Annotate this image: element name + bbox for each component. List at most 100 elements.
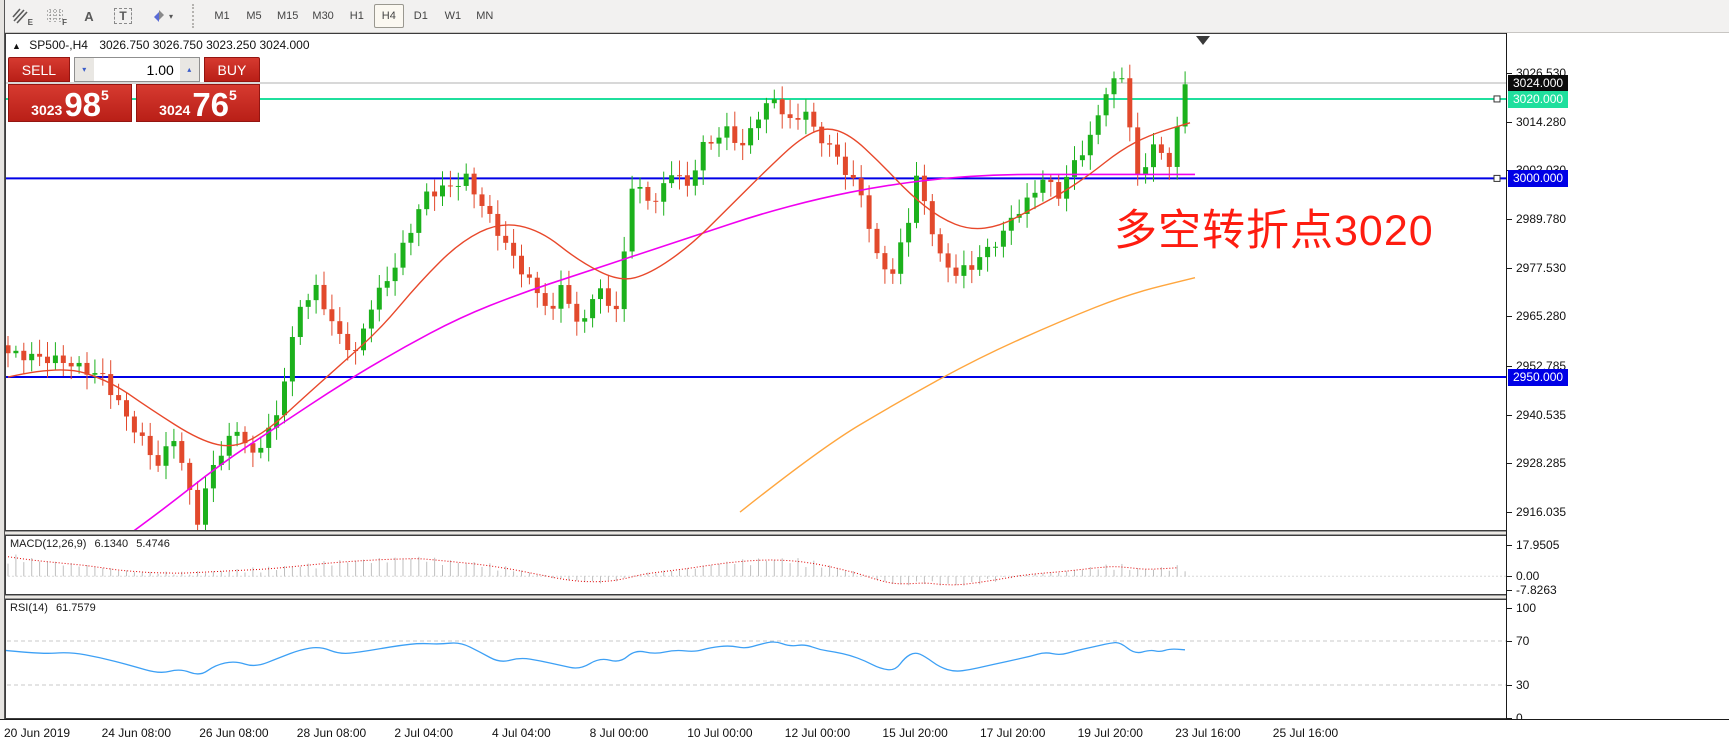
time-label: 24 Jun 08:00	[102, 726, 171, 740]
macd-label: MACD(12,26,9) 6.1340 5.4746	[10, 538, 170, 550]
time-label: 10 Jul 00:00	[687, 726, 752, 740]
axis-tick	[1507, 545, 1512, 546]
tf-button-D1[interactable]: D1	[406, 4, 436, 28]
macd-axis-label: 17.9505	[1516, 538, 1559, 552]
ask-prefix: 3024	[159, 102, 190, 118]
time-label: 25 Jul 16:00	[1273, 726, 1338, 740]
price-tick-label: 2965.280	[1516, 309, 1566, 323]
one-click-trade-panel: SELL ▾ ▴ BUY 3023 98 5 3024 76 5	[8, 57, 260, 122]
price-flag-3020.000: 3020.000	[1508, 91, 1568, 108]
price-axis[interactable]: 3026.5303014.2803002.0302989.7802977.530…	[1506, 33, 1729, 742]
rsi-pane[interactable]	[0, 599, 1506, 719]
price-flag-2950.000: 2950.000	[1508, 369, 1568, 386]
macd-pane[interactable]	[0, 535, 1506, 595]
rsi-axis-label: 100	[1516, 601, 1536, 615]
time-label: 28 Jun 08:00	[297, 726, 366, 740]
axis-tick	[1507, 590, 1512, 591]
axis-tick	[1507, 512, 1512, 513]
window-left-edge	[0, 0, 5, 753]
volume-decrease-button[interactable]: ▾	[75, 58, 94, 81]
axis-tick	[1507, 366, 1512, 367]
time-label: 17 Jul 20:00	[980, 726, 1045, 740]
buy-button[interactable]: BUY	[204, 57, 260, 82]
tf-button-M15[interactable]: M15	[271, 4, 304, 28]
rsi-axis-label: 70	[1516, 634, 1529, 648]
boxed-t-icon: T	[114, 8, 131, 24]
tf-button-MN[interactable]: MN	[470, 4, 500, 28]
tool-sub-label: F	[62, 18, 67, 27]
bid-prefix: 3023	[31, 102, 62, 118]
macd-main-value: 6.1340	[94, 538, 128, 550]
bid-sup: 5	[101, 87, 109, 103]
axis-tick	[1507, 576, 1512, 577]
chevron-down-icon: ▾	[169, 12, 173, 21]
rsi-value: 61.7579	[56, 602, 96, 614]
ohlc-values: 3026.750 3026.750 3023.250 3024.000	[99, 38, 309, 52]
line-studies-button[interactable]: E	[6, 3, 36, 29]
timeframe-group: M1M5M15M30H1H4D1W1MN	[207, 4, 502, 28]
arrows-icon	[151, 9, 167, 23]
cycle-lines-button[interactable]: ▾	[142, 3, 182, 29]
price-tick-label: 2940.535	[1516, 408, 1566, 422]
axis-tick	[1507, 316, 1512, 317]
price-tick-label: 2977.530	[1516, 261, 1566, 275]
axis-tick	[1507, 73, 1512, 74]
axis-tick	[1507, 219, 1512, 220]
symbol-header: ▲ SP500-,H4 3026.750 3026.750 3023.250 3…	[12, 38, 310, 52]
symbol-name: SP500-,H4	[29, 38, 88, 52]
volume-input[interactable]	[94, 58, 180, 81]
time-label: 20 Jun 2019	[4, 726, 70, 740]
tf-button-M30[interactable]: M30	[306, 4, 339, 28]
rsi-axis-label: 30	[1516, 678, 1529, 692]
sell-button[interactable]: SELL	[8, 57, 70, 82]
axis-tick	[1507, 415, 1512, 416]
time-axis[interactable]: 20 Jun 2019 24 Jun 08:00 26 Jun 08:00 28 Ju…	[0, 719, 1729, 753]
time-label: 19 Jul 20:00	[1078, 726, 1143, 740]
grid-f-button[interactable]: F	[40, 3, 70, 29]
axis-tick	[1507, 463, 1512, 464]
macd-splitter[interactable]	[0, 531, 1729, 535]
time-label: 12 Jul 00:00	[785, 726, 850, 740]
rsi-label: RSI(14) 61.7579	[10, 602, 96, 614]
chart-text-annotation: 多空转折点3020	[1114, 196, 1434, 258]
tf-button-W1[interactable]: W1	[438, 4, 468, 28]
time-label: 4 Jul 04:00	[492, 726, 551, 740]
macd-signal-value: 5.4746	[136, 538, 170, 550]
price-flag-3024.000: 3024.000	[1508, 75, 1568, 92]
time-label: 26 Jun 08:00	[199, 726, 268, 740]
volume-box: ▾ ▴	[74, 57, 200, 82]
tf-button-M1[interactable]: M1	[207, 4, 237, 28]
macd-axis-label: -7.8263	[1516, 583, 1557, 597]
price-flag-3000.000: 3000.000	[1508, 170, 1568, 187]
time-label: 8 Jul 00:00	[590, 726, 649, 740]
axis-tick	[1507, 641, 1512, 642]
text-box-button[interactable]: T	[108, 3, 138, 29]
top-toolbar: E F A T ▾ M1M5M15M30H1H4D1W1MN	[0, 0, 1729, 33]
bid-big: 98	[64, 92, 101, 118]
tf-button-H4[interactable]: H4	[374, 4, 404, 28]
collapse-arrow-icon[interactable]: ▲	[12, 41, 21, 51]
trading-platform-window: E F A T ▾ M1M5M15M30H1H4D1W1MN	[0, 0, 1729, 753]
bid-price-tile[interactable]: 3023 98 5	[8, 84, 132, 122]
macd-name: MACD(12,26,9)	[10, 538, 86, 550]
axis-tick	[1507, 268, 1512, 269]
price-tick-label: 2916.035	[1516, 505, 1566, 519]
ask-price-tile[interactable]: 3024 76 5	[136, 84, 260, 122]
axis-tick	[1507, 122, 1512, 123]
tf-button-H1[interactable]: H1	[342, 4, 372, 28]
time-label: 2 Jul 04:00	[394, 726, 453, 740]
axis-tick	[1507, 685, 1512, 686]
rsi-splitter[interactable]	[0, 595, 1729, 599]
text-annotation-button[interactable]: A	[74, 3, 104, 29]
time-label: 23 Jul 16:00	[1175, 726, 1240, 740]
toolbar-separator	[192, 4, 197, 28]
price-tick-label: 3014.280	[1516, 115, 1566, 129]
tf-button-M5[interactable]: M5	[239, 4, 269, 28]
axis-tick	[1507, 608, 1512, 609]
price-tick-label: 2928.285	[1516, 456, 1566, 470]
volume-increase-button[interactable]: ▴	[180, 58, 199, 81]
rsi-name: RSI(14)	[10, 602, 48, 614]
letter-a-icon: A	[84, 9, 93, 24]
ask-sup: 5	[229, 87, 237, 103]
price-tick-label: 2989.780	[1516, 212, 1566, 226]
